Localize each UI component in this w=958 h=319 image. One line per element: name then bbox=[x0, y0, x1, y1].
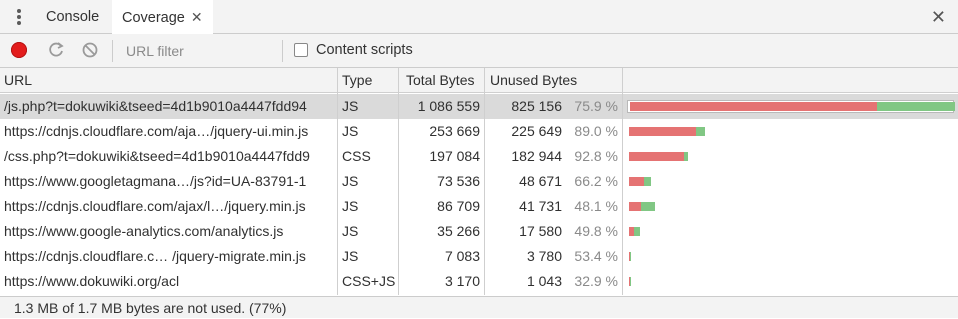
url-filter-input[interactable] bbox=[126, 40, 276, 62]
cell-url: /js.php?t=dokuwiki&tseed=4d1b9010a4447fd… bbox=[4, 98, 307, 114]
coverage-toolbar: Content scripts bbox=[0, 34, 958, 68]
table-row[interactable]: /js.php?t=dokuwiki&tseed=4d1b9010a4447fd… bbox=[0, 94, 958, 119]
cell-type: CSS+JS bbox=[342, 273, 396, 289]
toolbar-divider bbox=[282, 40, 283, 62]
tab-bar: Console Coverage ✕ ✕ bbox=[0, 0, 958, 35]
cell-type: JS bbox=[342, 123, 359, 139]
table-row[interactable]: https://www.googletagmana…/js?id=UA-8379… bbox=[0, 169, 958, 194]
cell-unused-bytes: 1 043 bbox=[526, 273, 562, 289]
table-header: URL Type Total Bytes Unused Bytes bbox=[0, 68, 958, 93]
cell-url: https://www.googletagmana…/js?id=UA-8379… bbox=[4, 173, 307, 189]
cell-unused-percent: 53.4 % bbox=[574, 248, 618, 264]
unused-bytes-bar bbox=[629, 177, 644, 186]
cell-total-bytes: 7 083 bbox=[444, 248, 480, 264]
table-row[interactable]: https://cdnjs.cloudflare.com/ajax/l…/jqu… bbox=[0, 194, 958, 219]
record-button[interactable] bbox=[11, 42, 27, 58]
table-row[interactable]: https://www.google-analytics.com/analyti… bbox=[0, 219, 958, 244]
cell-unused-percent: 92.8 % bbox=[574, 148, 618, 164]
close-drawer-icon[interactable]: ✕ bbox=[931, 7, 946, 27]
table-row[interactable]: https://cdnjs.cloudflare.c… /jquery-migr… bbox=[0, 244, 958, 269]
cell-unused-percent: 49.8 % bbox=[574, 223, 618, 239]
cell-unused-percent: 89.0 % bbox=[574, 123, 618, 139]
cell-unused-bytes: 225 649 bbox=[511, 123, 562, 139]
cell-total-bytes: 3 170 bbox=[444, 273, 480, 289]
used-bytes-bar bbox=[634, 227, 640, 236]
cell-unused-bytes: 48 671 bbox=[519, 173, 562, 189]
header-url[interactable]: URL bbox=[4, 72, 32, 88]
cell-total-bytes: 35 266 bbox=[437, 223, 480, 239]
cell-url: https://cdnjs.cloudflare.com/aja…/jquery… bbox=[4, 123, 309, 139]
unused-bytes-bar bbox=[630, 102, 877, 111]
cell-unused-percent: 66.2 % bbox=[574, 173, 618, 189]
table-row[interactable]: https://cdnjs.cloudflare.com/aja…/jquery… bbox=[0, 119, 958, 144]
cell-url: /css.php?t=dokuwiki&tseed=4d1b9010a4447f… bbox=[4, 148, 310, 164]
column-divider bbox=[622, 68, 623, 295]
unused-bytes-bar bbox=[629, 127, 697, 136]
content-scripts-checkbox[interactable] bbox=[294, 43, 308, 57]
column-divider bbox=[337, 68, 338, 295]
more-options-icon[interactable] bbox=[12, 7, 26, 27]
tab-console[interactable]: Console bbox=[46, 0, 99, 33]
column-divider bbox=[398, 68, 399, 295]
used-bytes-bar bbox=[629, 277, 631, 286]
cell-unused-bytes: 825 156 bbox=[511, 98, 562, 114]
cell-type: CSS bbox=[342, 148, 371, 164]
used-bytes-bar bbox=[630, 252, 632, 261]
coverage-summary: 1.3 MB of 1.7 MB bytes are not used. (77… bbox=[14, 300, 287, 316]
cell-url: https://www.dokuwiki.org/acl bbox=[4, 273, 180, 289]
column-divider bbox=[484, 68, 485, 295]
unused-bytes-bar bbox=[629, 202, 642, 211]
used-bytes-bar bbox=[643, 177, 651, 186]
table-row[interactable]: https://www.dokuwiki.org/acl CSS+JS 3 170 1… bbox=[0, 269, 958, 294]
cell-type: JS bbox=[342, 198, 359, 214]
cell-unused-percent: 75.9 % bbox=[574, 98, 618, 114]
cell-type: JS bbox=[342, 248, 359, 264]
cell-total-bytes: 73 536 bbox=[437, 173, 480, 189]
cell-url: https://cdnjs.cloudflare.com/ajax/l…/jqu… bbox=[4, 198, 306, 214]
used-bytes-bar bbox=[641, 202, 655, 211]
used-bytes-bar bbox=[683, 152, 688, 161]
cell-total-bytes: 197 084 bbox=[429, 148, 480, 164]
cell-url: https://www.google-analytics.com/analyti… bbox=[4, 223, 284, 239]
cell-unused-bytes: 3 780 bbox=[526, 248, 562, 264]
header-unused-bytes[interactable]: Unused Bytes bbox=[490, 72, 577, 88]
status-bar: 1.3 MB of 1.7 MB bytes are not used. (77… bbox=[0, 296, 958, 318]
clear-icon[interactable] bbox=[80, 40, 100, 60]
cell-type: JS bbox=[342, 173, 359, 189]
close-tab-icon[interactable]: ✕ bbox=[191, 0, 203, 34]
cell-total-bytes: 1 086 559 bbox=[417, 98, 480, 114]
cell-unused-bytes: 182 944 bbox=[511, 148, 562, 164]
cell-total-bytes: 253 669 bbox=[429, 123, 480, 139]
cell-type: JS bbox=[342, 98, 359, 114]
reload-icon[interactable] bbox=[46, 40, 66, 60]
cell-unused-bytes: 41 731 bbox=[519, 198, 562, 214]
content-scripts-label: Content scripts bbox=[316, 42, 413, 58]
cell-total-bytes: 86 709 bbox=[437, 198, 480, 214]
cell-url: https://cdnjs.cloudflare.c… /jquery-migr… bbox=[4, 248, 306, 264]
toolbar-divider bbox=[112, 40, 113, 62]
table-row[interactable]: /css.php?t=dokuwiki&tseed=4d1b9010a4447f… bbox=[0, 144, 958, 169]
used-bytes-bar bbox=[696, 127, 705, 136]
cell-unused-percent: 32.9 % bbox=[574, 273, 618, 289]
tab-coverage[interactable]: Coverage ✕ bbox=[112, 0, 213, 35]
tab-coverage-label: Coverage bbox=[122, 10, 185, 26]
header-total-bytes[interactable]: Total Bytes bbox=[406, 72, 474, 88]
header-type[interactable]: Type bbox=[342, 72, 372, 88]
unused-bytes-bar bbox=[629, 152, 684, 161]
used-bytes-bar bbox=[876, 102, 955, 111]
cell-unused-bytes: 17 580 bbox=[519, 223, 562, 239]
cell-unused-percent: 48.1 % bbox=[574, 198, 618, 214]
cell-type: JS bbox=[342, 223, 359, 239]
